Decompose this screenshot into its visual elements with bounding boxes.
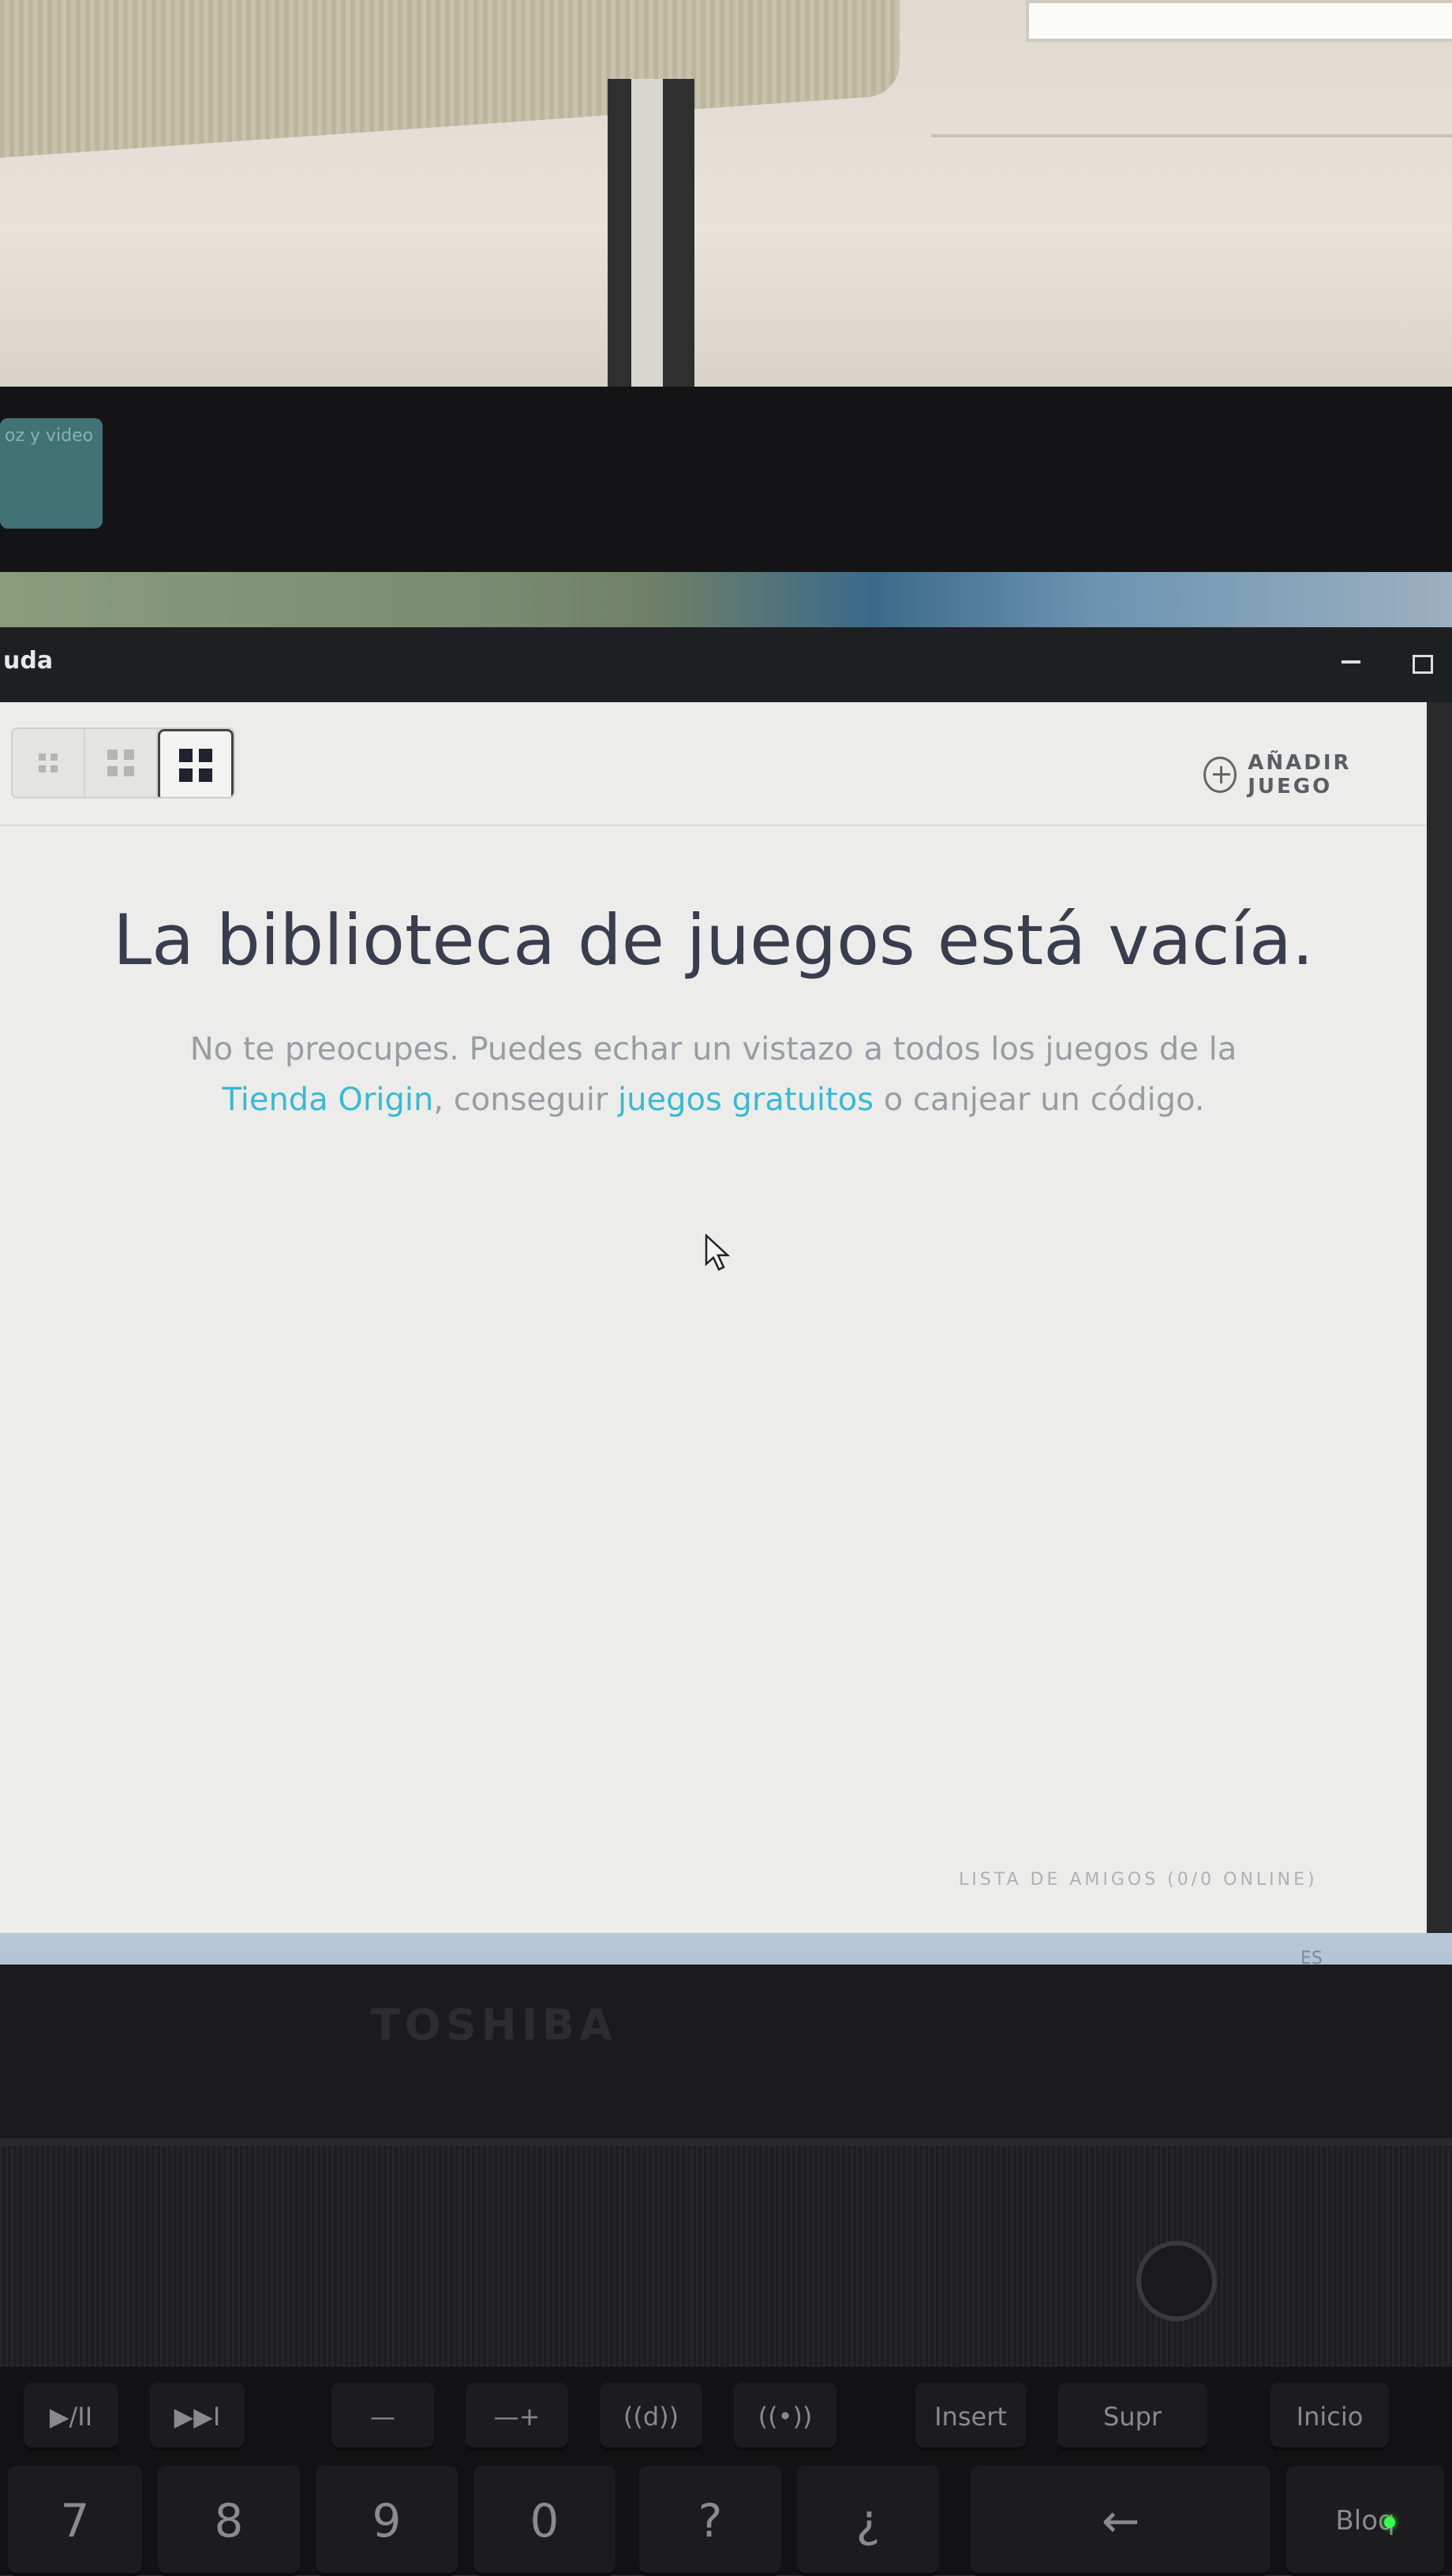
laptop-brand-logo: TOSHIBA (371, 2000, 617, 2050)
key-inicio[interactable]: Inicio (1270, 2383, 1389, 2451)
power-button[interactable] (1136, 2241, 1217, 2321)
window-titlebar[interactable]: uda (0, 627, 1452, 702)
window-title: uda (3, 647, 54, 675)
key-inverted-question[interactable]: ¿ (797, 2466, 939, 2576)
window-frame-line (931, 134, 1452, 137)
add-game-label: AÑADIR JUEGO (1248, 751, 1352, 798)
key-play-pause[interactable]: ▶/II (24, 2383, 118, 2451)
key-supr[interactable]: Supr (1057, 2383, 1207, 2451)
mouse-pointer-icon (705, 1234, 731, 1271)
key-8[interactable]: 8 (158, 2466, 300, 2576)
key-9[interactable]: 9 (316, 2466, 458, 2576)
empty-library-description: No te preocupes. Puedes echar un vistazo… (0, 1024, 1427, 1125)
view-large-tiles-button[interactable] (158, 729, 234, 797)
key-insert[interactable]: Insert (915, 2383, 1026, 2451)
key-wireless[interactable]: ((•)) (734, 2383, 836, 2451)
add-game-button[interactable]: AÑADIR JUEGO (1203, 751, 1427, 798)
key-volume-up[interactable]: —+ (466, 2383, 568, 2451)
key-next-track[interactable]: ▶▶I (150, 2383, 245, 2451)
medium-grid-icon (107, 750, 134, 776)
minimize-button[interactable] (1342, 660, 1360, 664)
screen-bezel-bottom (0, 1965, 1452, 2138)
view-small-tiles-button[interactable] (13, 729, 85, 797)
view-medium-tiles-button[interactable] (85, 729, 158, 797)
large-grid-icon (179, 749, 212, 782)
friends-list-toggle[interactable]: LISTA DE AMIGOS (0/0 ONLINE) (959, 1870, 1318, 1890)
key-question[interactable]: ? (639, 2466, 781, 2576)
key-bloq[interactable]: Bloq (1286, 2466, 1444, 2576)
key-display[interactable]: ((d)) (600, 2383, 702, 2451)
free-games-link[interactable]: juegos gratuitos (618, 1082, 874, 1118)
key-volume-down[interactable]: — (331, 2383, 434, 2451)
key-7[interactable]: 7 (8, 2466, 142, 2576)
window-frame-bar-light (631, 79, 663, 387)
small-grid-icon (39, 753, 58, 772)
keyboard: ▶/II ▶▶I — —+ ((d)) ((•)) Insert Supr In… (0, 2367, 1452, 2576)
screen-bezel-top (0, 387, 1452, 572)
speaker-grille (0, 2146, 1452, 2367)
room-background (0, 0, 1452, 387)
game-library-panel: AÑADIR JUEGO La biblioteca de juegos est… (0, 702, 1427, 1933)
status-led (1384, 2517, 1395, 2528)
empty-description-line1: No te preocupes. Puedes echar un vistazo… (189, 1031, 1237, 1067)
curtain (0, 0, 900, 158)
key-0[interactable]: 0 (473, 2466, 616, 2576)
library-toolbar: AÑADIR JUEGO (0, 702, 1427, 826)
empty-library-title: La biblioteca de juegos está vacía. (113, 899, 1314, 981)
desktop-wallpaper (0, 572, 1452, 627)
empty-description-tail: o canjear un código. (874, 1082, 1205, 1118)
window-glass (1026, 0, 1452, 42)
empty-description-separator: , conseguir (433, 1082, 619, 1118)
desktop-shortcut-label: oz y video (5, 426, 94, 446)
view-size-toggle (11, 727, 235, 798)
add-circle-icon (1203, 757, 1237, 793)
desktop-shortcut-icon[interactable]: oz y video (0, 418, 103, 529)
origin-store-link[interactable]: Tienda Origin (223, 1082, 434, 1118)
maximize-button[interactable] (1413, 655, 1433, 674)
key-backspace[interactable]: ← (971, 2466, 1270, 2576)
